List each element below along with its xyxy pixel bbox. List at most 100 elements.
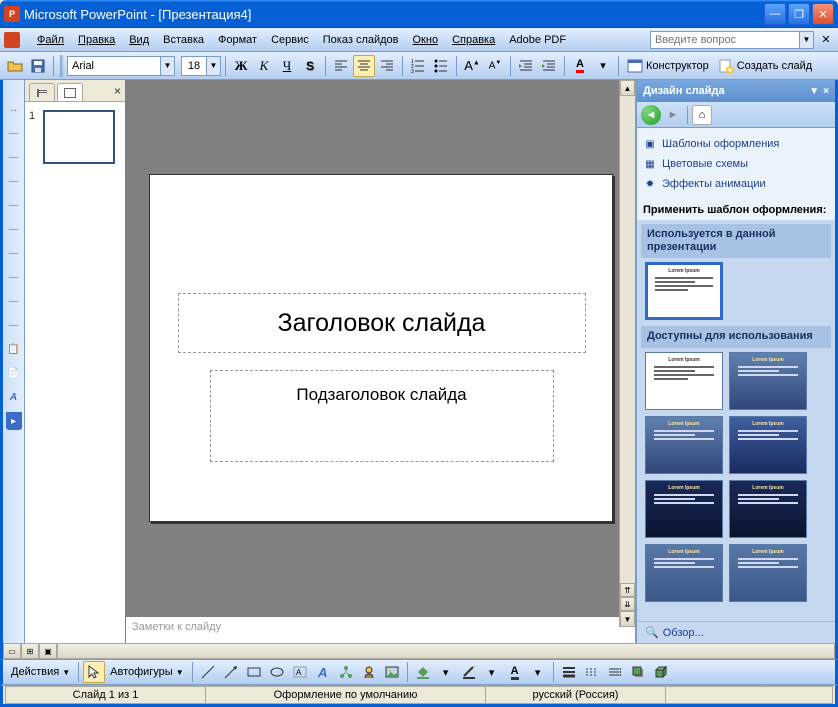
sorter-view-button[interactable]: ⊞ bbox=[21, 643, 39, 659]
template-7[interactable]: Lorem Ipsum bbox=[645, 544, 723, 602]
slide-title-placeholder[interactable]: Заголовок слайда bbox=[178, 293, 586, 353]
lt-arrow-icon[interactable]: ↔ bbox=[5, 100, 23, 118]
templates-link[interactable]: ▣Шаблоны оформления bbox=[643, 134, 829, 154]
menu-file[interactable]: Файл bbox=[30, 32, 71, 48]
wordart-tool[interactable]: A bbox=[312, 661, 334, 683]
template-6[interactable]: Lorem Ipsum bbox=[729, 480, 807, 538]
italic-button[interactable]: К bbox=[253, 55, 275, 77]
underline-button[interactable]: Ч bbox=[276, 55, 298, 77]
open-button[interactable] bbox=[4, 55, 26, 77]
increase-font-button[interactable]: A▲ bbox=[461, 55, 483, 77]
editor-canvas[interactable]: Заголовок слайда Подзаголовок слайда bbox=[126, 80, 635, 616]
notes-panel[interactable]: Заметки к слайду bbox=[126, 616, 635, 643]
shadow-button[interactable]: S bbox=[299, 55, 321, 77]
bold-button[interactable]: Ж bbox=[230, 55, 252, 77]
browse-button[interactable]: 🔍 Обзор... bbox=[637, 621, 835, 643]
font-color-arrow[interactable]: ▾ bbox=[592, 55, 614, 77]
menu-slideshow[interactable]: Показ слайдов bbox=[316, 32, 406, 48]
fill-color-button[interactable] bbox=[412, 661, 434, 683]
actions-menu[interactable]: Действия▼ bbox=[7, 661, 74, 683]
nav-home-button[interactable]: ⌂ bbox=[692, 105, 712, 125]
status-language[interactable]: русский (Россия) bbox=[485, 686, 665, 704]
doc-icon[interactable] bbox=[4, 32, 20, 48]
align-right-button[interactable] bbox=[376, 55, 398, 77]
menu-adobe[interactable]: Adobe PDF bbox=[502, 32, 573, 48]
decrease-indent-button[interactable] bbox=[515, 55, 537, 77]
next-slide-button[interactable]: ⇊ bbox=[620, 597, 635, 611]
line-style-button[interactable] bbox=[558, 661, 580, 683]
fill-color-arrow[interactable]: ▾ bbox=[435, 661, 457, 683]
scroll-up-button[interactable]: ▲ bbox=[620, 80, 635, 96]
help-search-dropdown[interactable]: ▼ bbox=[800, 31, 814, 49]
line-tool[interactable] bbox=[197, 661, 219, 683]
help-search-input[interactable] bbox=[650, 31, 800, 49]
autoshapes-menu[interactable]: Автофигуры▼ bbox=[106, 661, 188, 683]
font-size-arrow[interactable]: ▼ bbox=[206, 57, 220, 75]
new-slide-button[interactable]: Создать слайд bbox=[714, 55, 816, 77]
template-5[interactable]: Lorem Ipsum bbox=[645, 480, 723, 538]
diagram-tool[interactable] bbox=[335, 661, 357, 683]
template-1[interactable]: Lorem Ipsum bbox=[645, 352, 723, 410]
animation-link[interactable]: ✸Эффекты анимации bbox=[643, 174, 829, 194]
shadow-style-button[interactable] bbox=[627, 661, 649, 683]
menu-format[interactable]: Формат bbox=[211, 32, 264, 48]
nav-back-button[interactable]: ◄ bbox=[641, 105, 661, 125]
slide-thumb-1[interactable]: 1 bbox=[29, 110, 121, 164]
task-pane-menu-button[interactable]: ▼ bbox=[809, 86, 819, 97]
normal-view-button[interactable]: ▭ bbox=[3, 643, 21, 659]
menu-view[interactable]: Вид bbox=[122, 32, 156, 48]
template-3[interactable]: Lorem Ipsum bbox=[645, 416, 723, 474]
templates-scroll[interactable]: Используется в данной презентации Lorem … bbox=[637, 220, 835, 621]
design-button[interactable]: Конструктор bbox=[623, 55, 713, 77]
clipart-tool[interactable] bbox=[358, 661, 380, 683]
lt-copy-icon[interactable]: 📋 bbox=[5, 340, 23, 358]
align-left-button[interactable] bbox=[330, 55, 352, 77]
menu-window[interactable]: Окно bbox=[406, 32, 446, 48]
panel-close-button[interactable]: × bbox=[114, 84, 121, 98]
3d-style-button[interactable] bbox=[650, 661, 672, 683]
lt-paste-icon[interactable]: 📄 bbox=[5, 364, 23, 382]
vertical-scrollbar[interactable]: ▲ ⇈ ⇊ ▼ bbox=[619, 80, 635, 627]
lt-tool2[interactable]: — bbox=[5, 124, 23, 142]
lt-expand-icon[interactable]: ▸ bbox=[6, 412, 22, 430]
minimize-button[interactable]: — bbox=[764, 3, 786, 25]
lt-tool9[interactable]: — bbox=[5, 292, 23, 310]
line-color-arrow[interactable]: ▾ bbox=[481, 661, 503, 683]
font-color-arrow-2[interactable]: ▾ bbox=[527, 661, 549, 683]
arrow-style-button[interactable] bbox=[604, 661, 626, 683]
font-color-button-2[interactable]: A bbox=[504, 661, 526, 683]
template-8[interactable]: Lorem Ipsum bbox=[729, 544, 807, 602]
slideshow-view-button[interactable]: ▣ bbox=[39, 643, 57, 659]
slide[interactable]: Заголовок слайда Подзаголовок слайда bbox=[149, 174, 613, 522]
template-4[interactable]: Lorem Ipsum bbox=[729, 416, 807, 474]
decrease-font-button[interactable]: A▼ bbox=[484, 55, 506, 77]
font-size-combo[interactable]: ▼ bbox=[181, 56, 221, 76]
font-family-arrow[interactable]: ▼ bbox=[160, 57, 174, 75]
lt-tool7[interactable]: — bbox=[5, 244, 23, 262]
dash-style-button[interactable] bbox=[581, 661, 603, 683]
outline-tab[interactable] bbox=[29, 83, 55, 101]
grip[interactable] bbox=[60, 55, 64, 77]
select-tool[interactable] bbox=[83, 661, 105, 683]
close-button[interactable]: ✕ bbox=[812, 3, 834, 25]
font-family-combo[interactable]: ▼ bbox=[67, 56, 175, 76]
menu-edit[interactable]: Правка bbox=[71, 32, 122, 48]
font-family-input[interactable] bbox=[68, 57, 160, 75]
horizontal-scrollbar[interactable] bbox=[57, 643, 835, 659]
lt-tool5[interactable]: — bbox=[5, 196, 23, 214]
font-color-button[interactable]: A bbox=[569, 55, 591, 77]
line-color-button[interactable] bbox=[458, 661, 480, 683]
align-center-button[interactable] bbox=[353, 55, 375, 77]
picture-tool[interactable] bbox=[381, 661, 403, 683]
lt-tool3[interactable]: — bbox=[5, 148, 23, 166]
menu-insert[interactable]: Вставка bbox=[156, 32, 211, 48]
prev-slide-button[interactable]: ⇈ bbox=[620, 583, 635, 597]
task-pane-close-button[interactable]: × bbox=[823, 86, 829, 97]
lt-tool4[interactable]: — bbox=[5, 172, 23, 190]
doc-close-button[interactable]: ✕ bbox=[818, 33, 834, 46]
template-current[interactable]: Lorem Ipsum bbox=[645, 262, 723, 320]
slides-tab[interactable] bbox=[57, 83, 83, 101]
slide-subtitle-placeholder[interactable]: Подзаголовок слайда bbox=[210, 370, 554, 462]
menu-help[interactable]: Справка bbox=[445, 32, 502, 48]
arrow-tool[interactable] bbox=[220, 661, 242, 683]
